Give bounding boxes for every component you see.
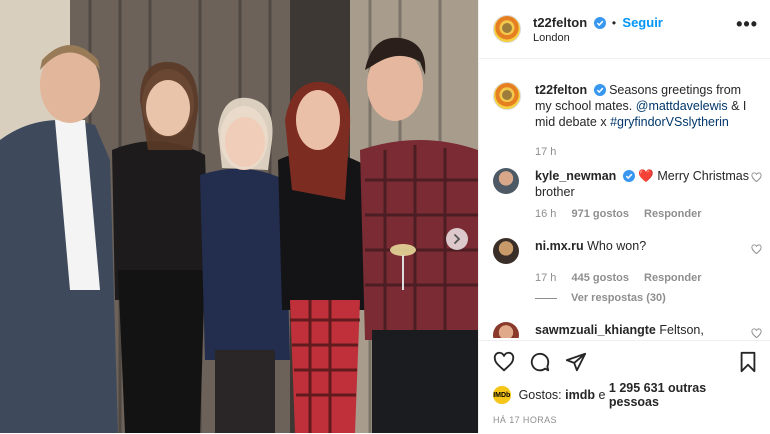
caption: t22felton Seasons greetings from my scho… (479, 60, 770, 158)
comment-item: ni.mx.ru Who won? 17 h 445 gostos Respon… (479, 220, 770, 304)
verified-icon (593, 16, 606, 29)
group-photo (0, 0, 478, 433)
like-comment-heart-icon[interactable] (751, 244, 762, 255)
comment-item: kyle_newman ❤️ Merry Christmas brother 1… (479, 158, 770, 220)
likes-prefix: Gostos: (518, 388, 562, 402)
location-link[interactable]: London (533, 32, 663, 44)
verified-icon (622, 170, 635, 182)
post-details-panel: t22felton • Seguir London ••• t22felton (478, 0, 770, 433)
follow-button[interactable]: Seguir (622, 15, 662, 30)
comment-time[interactable]: 17 h (535, 272, 556, 284)
likes-others[interactable]: 1 295 631 outras pessoas (609, 381, 756, 409)
comment-likes[interactable]: 445 gostos (571, 272, 628, 284)
comment-likes[interactable]: 971 gostos (571, 208, 628, 220)
next-photo-button[interactable] (446, 228, 468, 250)
view-replies-button[interactable]: Ver respostas (30) (535, 292, 756, 304)
likes-first-user[interactable]: imdb (565, 388, 595, 402)
post-photo[interactable] (0, 0, 478, 433)
comment-username[interactable]: ni.mx.ru (535, 239, 584, 253)
like-comment-heart-icon[interactable] (751, 172, 762, 183)
replies-divider (535, 297, 557, 299)
post-timestamp[interactable]: HÁ 17 HORAS (479, 409, 770, 425)
comment-item: sawmzuali_khiangte Feltson, (479, 304, 770, 338)
hashtag-link[interactable]: #gryfindorVSslytherin (610, 115, 729, 129)
comment-username[interactable]: sawmzuali_khiangte (535, 323, 656, 337)
verified-icon (593, 84, 606, 96)
likes-connector: e (598, 388, 606, 402)
reply-button[interactable]: Responder (644, 208, 701, 220)
comment-username[interactable]: kyle_newman (535, 169, 616, 183)
avatar[interactable] (493, 238, 519, 264)
avatar[interactable] (493, 15, 521, 43)
post-actions: IMDb Gostos: imdb e 1 295 631 outras pes… (479, 340, 770, 434)
comment-icon[interactable] (529, 351, 551, 373)
avatar[interactable] (493, 322, 519, 338)
mention-link[interactable]: @mattdavelewis (636, 99, 728, 113)
comment-text: Feltson, (659, 323, 704, 337)
comment-text: Who won? (587, 239, 647, 253)
heart-icon[interactable] (493, 351, 515, 373)
view-replies-label: Ver respostas (30) (571, 292, 666, 304)
avatar[interactable] (493, 168, 519, 194)
likes-summary: IMDb Gostos: imdb e 1 295 631 outras pes… (479, 373, 770, 409)
caption-username[interactable]: t22felton (535, 83, 587, 97)
bookmark-icon[interactable] (738, 351, 758, 373)
caption-time[interactable]: 17 h (535, 146, 556, 158)
more-options-button[interactable]: ••• (736, 15, 758, 33)
share-icon[interactable] (565, 351, 587, 373)
like-comment-heart-icon[interactable] (751, 328, 762, 338)
chevron-right-icon (454, 234, 461, 244)
comments-list: t22felton Seasons greetings from my scho… (479, 60, 770, 338)
author-username[interactable]: t22felton (533, 15, 587, 30)
separator-dot: • (611, 15, 617, 30)
comment-time[interactable]: 16 h (535, 208, 556, 220)
instagram-post: t22felton • Seguir London ••• t22felton (0, 0, 770, 433)
post-header: t22felton • Seguir London ••• (479, 0, 770, 59)
imdb-avatar[interactable]: IMDb (493, 386, 511, 404)
reply-button[interactable]: Responder (644, 272, 701, 284)
avatar[interactable] (493, 82, 521, 110)
heart-emoji: ❤️ (638, 169, 654, 183)
